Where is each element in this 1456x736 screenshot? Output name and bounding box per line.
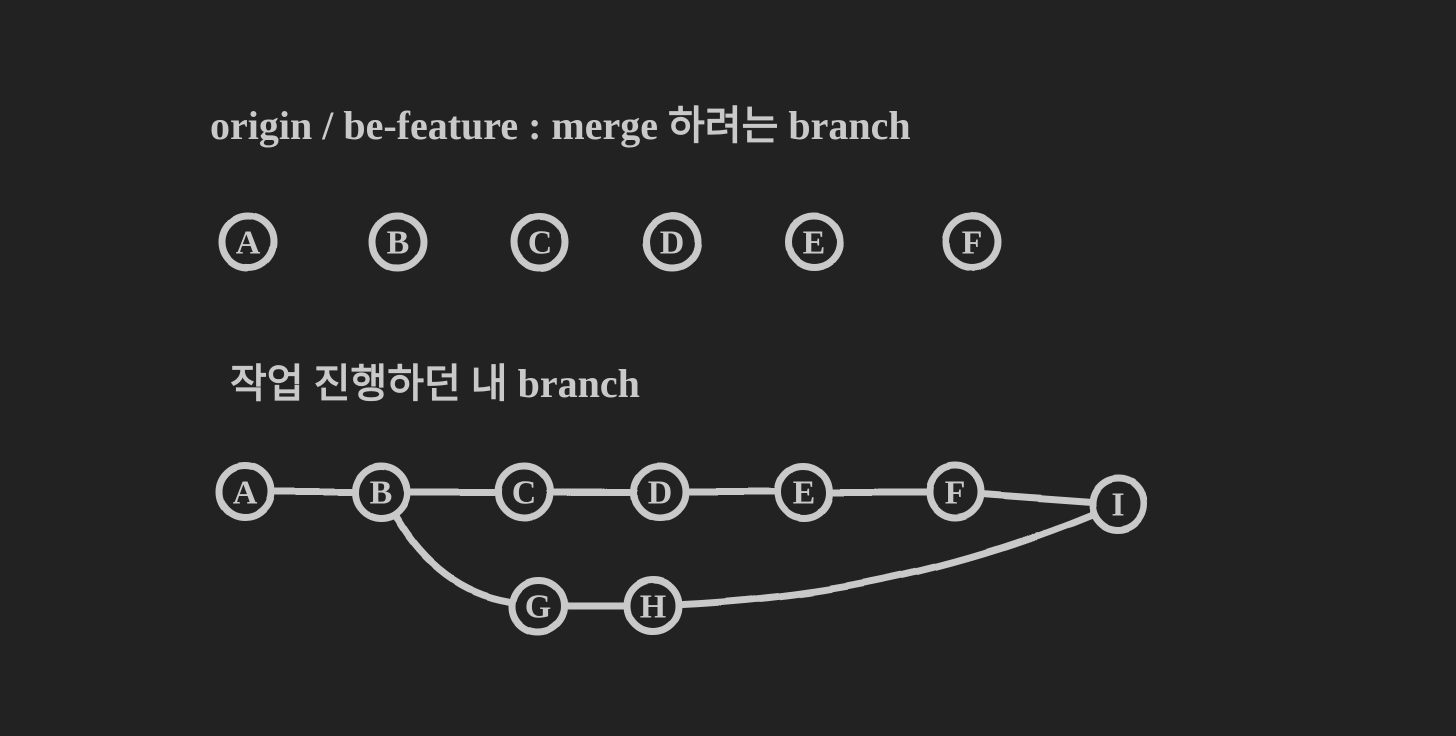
branch2-node-c-label: C bbox=[512, 475, 537, 512]
branch1-node-e-label: E bbox=[803, 225, 826, 262]
branch2-node-f-label: F bbox=[945, 475, 966, 512]
branch1-node-a-label: A bbox=[236, 225, 261, 262]
branch1-node-b-label: B bbox=[387, 225, 410, 262]
branch2-node-h-label: H bbox=[640, 589, 666, 626]
branch1-node-f-label: F bbox=[962, 225, 983, 262]
branch2-node-b-label: B bbox=[370, 475, 393, 512]
branch2-edge-h-i bbox=[683, 515, 1090, 604]
branch2-caption: 작업 진행하던 내 branch bbox=[230, 361, 640, 406]
git-branch-diagram: origin / be-feature : merge 하려는 branch A… bbox=[0, 0, 1456, 736]
branch1-caption: origin / be-feature : merge 하려는 branch bbox=[210, 103, 911, 148]
branch1-node-c-label: C bbox=[528, 225, 553, 262]
branch2-edge-b-g bbox=[396, 518, 508, 601]
branch2-node-d-label: D bbox=[648, 475, 673, 512]
branch1-node-d-label: D bbox=[660, 225, 685, 262]
branch2-node-e-label: E bbox=[793, 475, 816, 512]
branch2-edge-f-i bbox=[985, 494, 1088, 502]
branch2-node-i-label: I bbox=[1111, 487, 1124, 524]
branch2-node-g-label: G bbox=[525, 589, 551, 626]
branch2-node-a-label: A bbox=[233, 475, 258, 512]
